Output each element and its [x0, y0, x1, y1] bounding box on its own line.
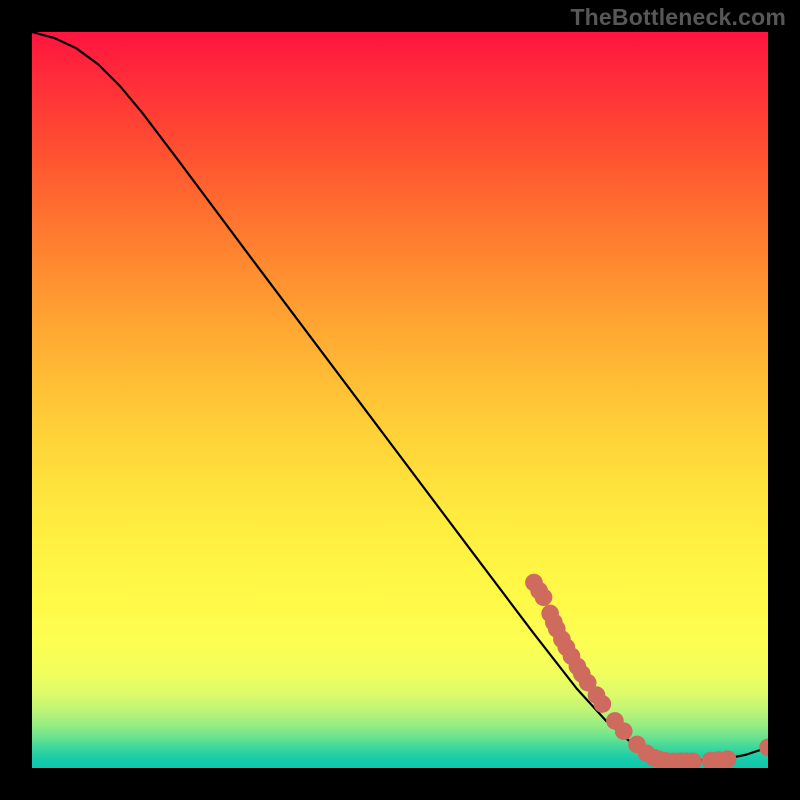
data-point: [719, 750, 737, 768]
chart-frame: TheBottleneck.com: [0, 0, 800, 800]
chart-overlay: [32, 32, 768, 768]
plot-area: [32, 32, 768, 768]
watermark-text: TheBottleneck.com: [570, 4, 786, 31]
data-point: [759, 739, 768, 757]
curve-line: [32, 32, 768, 761]
data-point: [594, 695, 612, 713]
data-point: [535, 588, 553, 606]
data-point: [615, 722, 633, 740]
